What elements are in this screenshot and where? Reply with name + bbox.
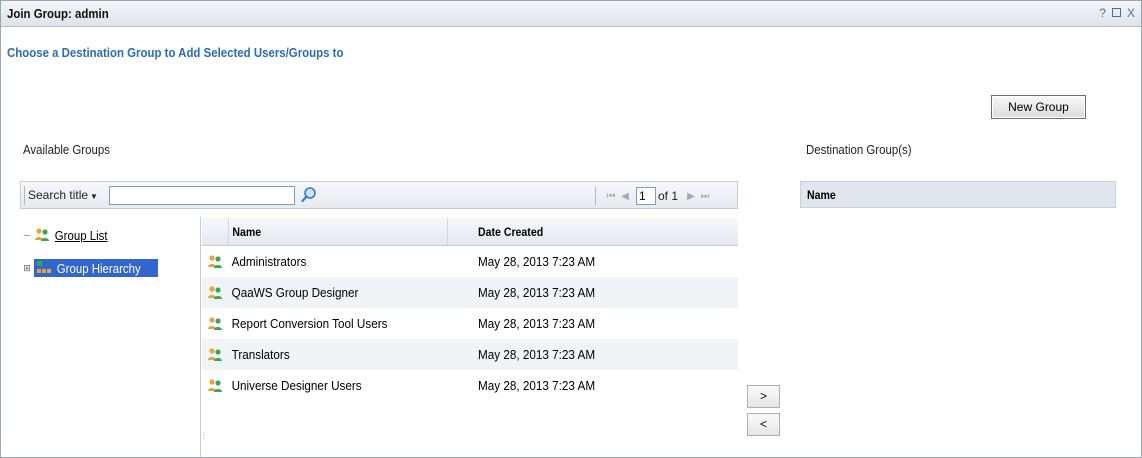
cell-date-created: May 28, 2013 7:23 AM: [478, 285, 596, 300]
hierarchy-icon: [37, 261, 51, 273]
tree-connector: ─: [23, 230, 31, 240]
page-count-label: of 1: [658, 189, 679, 203]
group-icon: [208, 254, 222, 268]
cell-date-created: May 28, 2013 7:23 AM: [478, 347, 596, 362]
remove-from-destination-button[interactable]: <: [747, 413, 780, 436]
tree-item-label: Group List: [54, 227, 108, 243]
add-to-destination-button[interactable]: >: [747, 385, 780, 408]
expand-icon[interactable]: ⊞: [20, 263, 34, 274]
new-group-button[interactable]: New Group: [991, 95, 1086, 119]
group-icon: [208, 378, 222, 392]
search-icon[interactable]: [300, 186, 318, 204]
group-icon: [208, 285, 222, 299]
search-filter-dropdown[interactable]: Search title ▼: [28, 188, 98, 202]
tree-item-label: Group Hierarchy: [56, 260, 141, 276]
chevron-down-icon: ▼: [90, 192, 98, 201]
page-number-input[interactable]: [636, 187, 656, 205]
search-filter-label: Search title: [28, 188, 89, 202]
cell-name: QaaWS Group Designer: [231, 285, 359, 300]
close-icon[interactable]: X: [1127, 6, 1135, 20]
first-page-icon[interactable]: ⏮: [604, 191, 618, 202]
cell-date-created: May 28, 2013 7:23 AM: [478, 254, 596, 269]
previous-page-icon[interactable]: ◀: [618, 191, 632, 202]
tree-item-group-hierarchy[interactable]: ⊞ Group Hierarchy: [20, 258, 159, 278]
dialog-subtitle: Choose a Destination Group to Add Select…: [7, 45, 344, 60]
cell-name: Universe Designer Users: [231, 378, 362, 393]
table-row[interactable]: Universe Designer Users May 28, 2013 7:2…: [202, 370, 738, 401]
cell-name: Report Conversion Tool Users: [231, 316, 388, 331]
table-header: Name Date Created: [202, 218, 738, 246]
window-controls: ? X: [1099, 6, 1135, 20]
table-row[interactable]: Translators May 28, 2013 7:23 AM: [202, 339, 738, 370]
pagination: ⏮ ◀ of 1 ▶ ⏭: [595, 187, 712, 205]
destination-groups-label: Destination Group(s): [806, 142, 912, 157]
cell-name: Administrators: [231, 254, 307, 269]
column-header-name[interactable]: Name: [228, 218, 448, 245]
groups-table: Name Date Created Administrators May 28,…: [202, 218, 738, 401]
table-row[interactable]: Report Conversion Tool Users May 28, 201…: [202, 308, 738, 339]
column-header-name[interactable]: Name: [807, 188, 836, 202]
search-input[interactable]: [109, 186, 295, 205]
group-icon: [208, 347, 222, 361]
join-group-dialog: Join Group: admin ? X Choose a Destinati…: [0, 0, 1142, 458]
dialog-title: Join Group: admin: [7, 6, 109, 21]
cell-date-created: May 28, 2013 7:23 AM: [478, 316, 596, 331]
tree-item-group-list[interactable]: ─ Group List: [20, 225, 117, 245]
table-body: Administrators May 28, 2013 7:23 AM QaaW…: [202, 246, 738, 401]
help-icon[interactable]: ?: [1099, 6, 1106, 20]
column-header-date-created[interactable]: Date Created: [478, 218, 707, 245]
table-row[interactable]: QaaWS Group Designer May 28, 2013 7:23 A…: [202, 277, 738, 308]
last-page-icon[interactable]: ⏭: [698, 191, 712, 202]
maximize-icon[interactable]: [1111, 8, 1121, 17]
selected-tree-node: Group Hierarchy: [34, 259, 159, 277]
header-icon-column: [202, 218, 228, 245]
pane-splitter-handle[interactable]: ⋮: [200, 431, 208, 458]
cell-date-created: May 28, 2013 7:23 AM: [478, 378, 596, 393]
search-toolbar: Search title▼ ⏮ ◀ of 1 ▶ ⏭: [20, 181, 738, 209]
destination-table-header: Name: [800, 181, 1116, 208]
cell-name: Translators: [231, 347, 290, 362]
title-bar: Join Group: admin ? X: [1, 1, 1141, 27]
group-tree: [20, 217, 201, 458]
available-groups-label: Available Groups: [23, 142, 110, 157]
pager-divider: [595, 187, 596, 205]
toolbar-divider: [24, 186, 25, 205]
group-icon: [35, 228, 49, 241]
table-row[interactable]: Administrators May 28, 2013 7:23 AM: [202, 246, 738, 277]
group-icon: [208, 316, 222, 330]
next-page-icon[interactable]: ▶: [684, 191, 698, 202]
